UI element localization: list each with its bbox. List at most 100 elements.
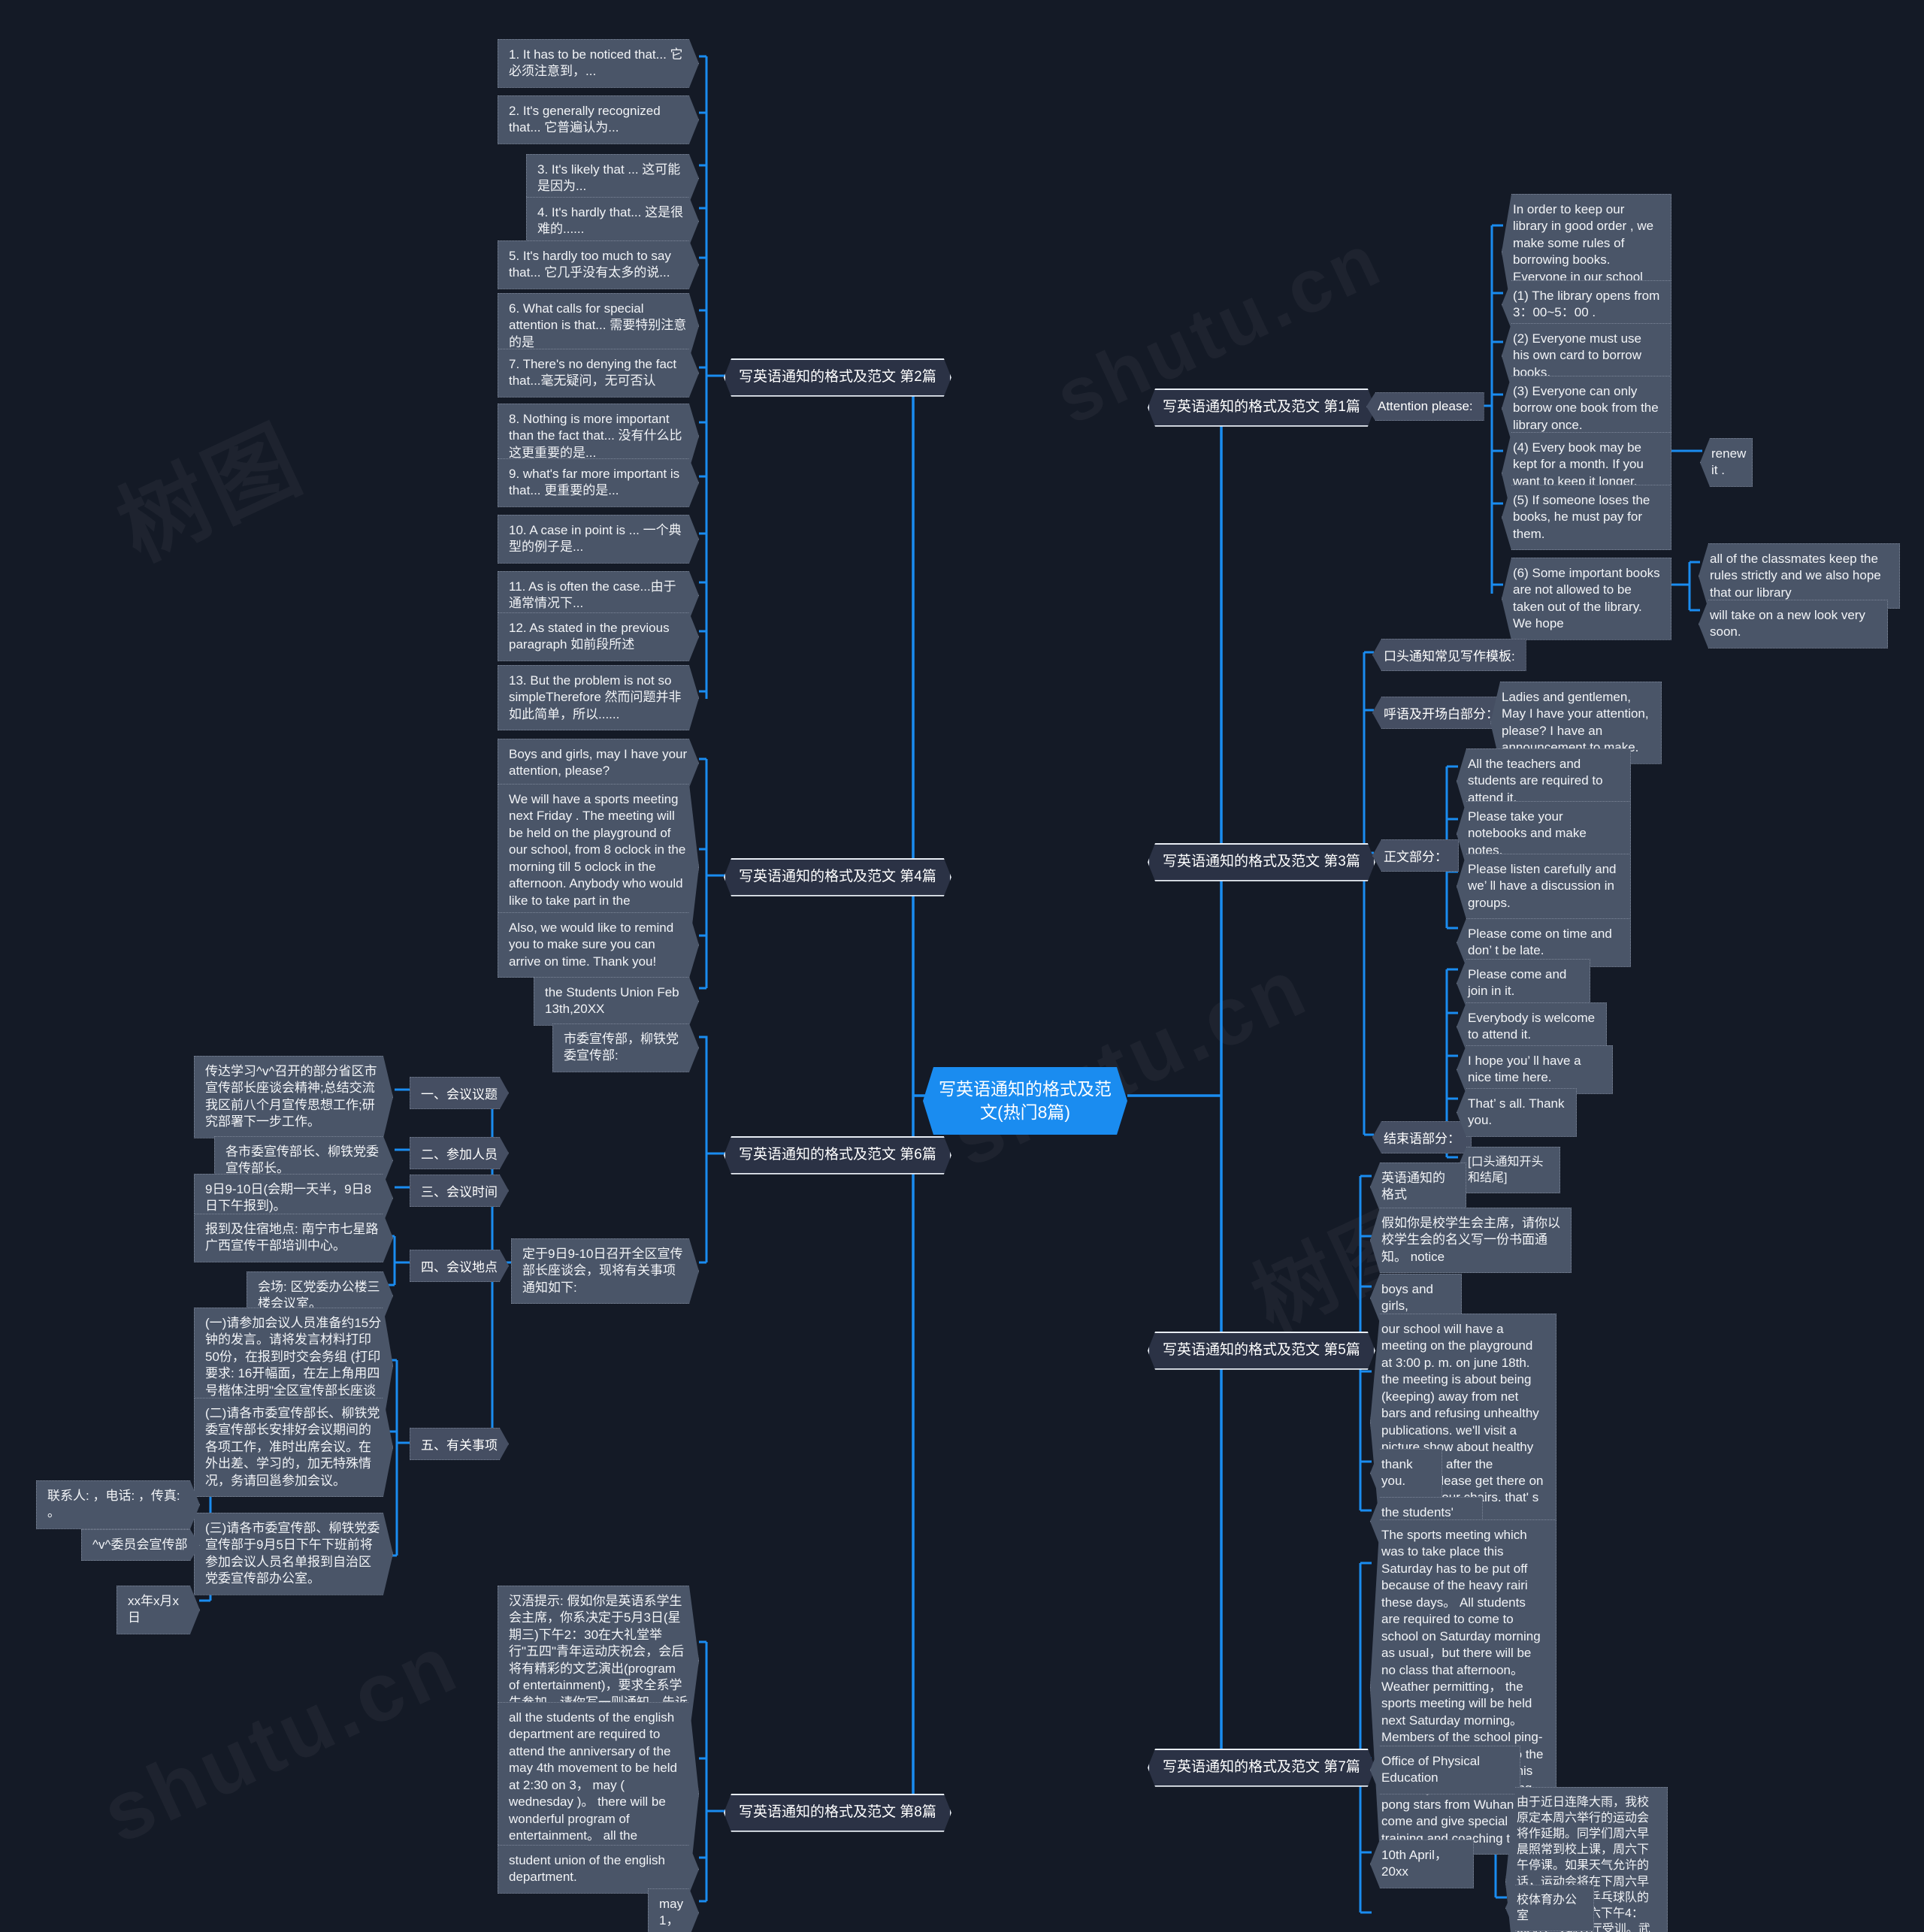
leaf-b3-body-3[interactable]: Please listen carefully and we’ ll have … [1457, 854, 1631, 920]
leaf-b2-3[interactable]: 3. It's likely that ... 这可能是因为... [526, 154, 699, 203]
branch-8[interactable]: 写英语通知的格式及范文 第8篇 [724, 1794, 951, 1832]
leaf-text: 8. Nothing is more important than the fa… [509, 412, 682, 460]
b6-section-3-label[interactable]: 三、会议时间 [410, 1175, 509, 1207]
leaf-text: 市委宣传部，柳铁党委宣传部: [564, 1032, 679, 1063]
leaf-b5-1[interactable]: 英语通知的格式 [1370, 1163, 1466, 1211]
leaf-text: Ladies and gentlemen, May I have your at… [1502, 690, 1649, 755]
leaf-b1-2[interactable]: (1) The library opens from 3：00~5：00 . [1502, 280, 1671, 329]
leaf-b3-close-2[interactable]: Everybody is welcome to attend it. [1457, 1002, 1607, 1051]
b6-section-1-label[interactable]: 一、会议议题 [410, 1077, 509, 1109]
leaf-b3-close-1[interactable]: Please come and join in it. [1457, 959, 1590, 1008]
watermark: shutu.cn [937, 939, 1323, 1186]
leaf-b6-tail-2[interactable]: ^v^委员会宣传部 [81, 1529, 200, 1561]
leaf-b4-1[interactable]: Boys and girls, may I have your attentio… [498, 739, 699, 788]
branch-3-label: 写英语通知的格式及范文 第3篇 [1163, 854, 1360, 869]
leaf-b2-9[interactable]: 9. what's far more important is that... … [498, 458, 699, 507]
b6-section-4-label[interactable]: 四、会议地点 [410, 1250, 509, 1282]
leaf-text: 定于9日9-10日召开全区宣传部长座谈会，现将有关事项通知如下: [522, 1247, 683, 1295]
leaf-b6-s4-1[interactable]: 报到及住宿地点: 南宁市七星路广西宣传干部培训中心。 [194, 1214, 393, 1262]
leaf-b6-s5-3[interactable]: (三)请各市委宣传部、柳铁党委宣传部于9月5日下午下班前将参加会议人员名单报到自… [194, 1513, 393, 1595]
leaf-text: 9日9-10日(会期一天半，9日8日下午报到)。 [205, 1182, 372, 1214]
leaf-b7-5[interactable]: 校体育办公室 [1505, 1885, 1594, 1932]
leaf-b7-2[interactable]: Office of Physical Education [1370, 1746, 1520, 1794]
branch-1-label: 写英语通知的格式及范文 第1篇 [1163, 399, 1360, 415]
branch-6[interactable]: 写英语通知的格式及范文 第6篇 [724, 1136, 951, 1175]
leaf-text: 10. A case in point is ... 一个典型的例子是... [509, 523, 682, 555]
leaf-text: all of the classmates keep the rules str… [1710, 552, 1881, 600]
leaf-text: 报到及住宿地点: 南宁市七星路广西宣传干部培训中心。 [205, 1222, 379, 1253]
leaf-b2-7[interactable]: 7. There's no denying the fact that...毫无… [498, 349, 699, 398]
leaf-b2-10[interactable]: 10. A case in point is ... 一个典型的例子是... [498, 515, 699, 564]
leaf-b2-5[interactable]: 5. It's hardly too much to say that... 它… [498, 240, 699, 289]
leaf-text: Boys and girls, may I have your attentio… [509, 747, 688, 779]
leaf-b6-s1-1[interactable]: 传达学习^v^召开的部分省区市宣传部长座谈会精神;总结交流我区前八个月宣传思想工… [194, 1056, 393, 1138]
leaf-text: (3) Everyone can only borrow one book fr… [1513, 384, 1659, 432]
leaf-b1-hope-2[interactable]: will take on a new look very soon. [1699, 600, 1888, 649]
leaf-text: 7. There's no denying the fact that...毫无… [509, 357, 677, 389]
leaf-text: renew it . [1711, 446, 1747, 478]
leaf-text: 6. What calls for special attention is t… [509, 301, 687, 349]
watermark: shutu.cn [88, 1615, 473, 1862]
leaf-text: boys and girls, [1381, 1282, 1433, 1314]
root-node[interactable]: 写英语通知的格式及范文(热门8篇) [923, 1067, 1127, 1135]
leaf-b6-header[interactable]: 市委宣传部，柳铁党委宣传部: [552, 1023, 699, 1072]
leaf-text: 11. As is often the case...由于通常情况下... [509, 579, 676, 611]
leaf-text: 12. As stated in the previous paragraph … [509, 621, 670, 652]
branch-7[interactable]: 写英语通知的格式及范文 第7篇 [1148, 1749, 1375, 1787]
leaf-text: (2) Everyone must use his own card to bo… [1513, 331, 1642, 379]
branch-7-label: 写英语通知的格式及范文 第7篇 [1163, 1759, 1360, 1775]
leaf-text: I hope you’ ll have a nice time here. [1468, 1054, 1581, 1085]
leaf-b6-tail-3[interactable]: xx年x月x日 [116, 1586, 200, 1634]
leaf-text: 假如你是校学生会主席，请你以校学生会的名义写一份书面通知。 notice [1381, 1216, 1560, 1264]
section-label: 正文部分： [1384, 850, 1448, 864]
section-label: Attention please: [1378, 399, 1473, 413]
branch-8-label: 写英语通知的格式及范文 第8篇 [739, 1804, 936, 1820]
leaf-b1-renew[interactable]: renew it . [1700, 438, 1753, 487]
leaf-b1-hope-1[interactable]: all of the classmates keep the rules str… [1699, 543, 1900, 609]
leaf-b5-5[interactable]: thank you. [1370, 1449, 1442, 1498]
leaf-b2-4[interactable]: 4. It's hardly that... 这是很难的...... [526, 197, 699, 246]
leaf-text: [口头通知开头和结尾] [1468, 1156, 1544, 1185]
b6-section-5-label[interactable]: 五、有关事项 [410, 1428, 509, 1460]
leaf-b4-3[interactable]: Also, we would like to remind you to mak… [498, 912, 699, 978]
b3-body-label[interactable]: 正文部分： [1372, 839, 1459, 872]
b1-attention-label[interactable]: Attention please: [1366, 392, 1484, 421]
b3-closing-label[interactable]: 结束语部分： [1372, 1121, 1472, 1153]
watermark: 树图 [94, 387, 321, 585]
leaf-text: (二)请各市委宣传部长、柳铁党委宣传部长安排好会议期间的各项工作，准时出席会议。… [205, 1406, 380, 1488]
leaf-b5-2[interactable]: 假如你是校学生会主席，请你以校学生会的名义写一份书面通知。 notice [1370, 1208, 1572, 1274]
leaf-b1-4[interactable]: (3) Everyone can only borrow one book fr… [1502, 376, 1671, 442]
leaf-b1-6[interactable]: (5) If someone loses the books, he must … [1502, 485, 1671, 551]
leaf-b8-4[interactable]: may 1， [648, 1888, 699, 1932]
leaf-b2-1[interactable]: 1. It has to be noticed that... 它必须注意到，.… [498, 39, 699, 88]
leaf-b6-s5-2[interactable]: (二)请各市委宣传部长、柳铁党委宣传部长安排好会议期间的各项工作，准时出席会议。… [194, 1398, 393, 1497]
b6-section-2-label[interactable]: 二、参加人员 [410, 1137, 509, 1169]
leaf-b7-3[interactable]: 10th April，20xx [1370, 1840, 1474, 1888]
leaf-b6-intro[interactable]: 定于9日9-10日召开全区宣传部长座谈会，现将有关事项通知如下: [511, 1238, 699, 1304]
leaf-text: 会场: 区党委办公楼三楼会议室。 [258, 1280, 380, 1311]
leaf-text: Please listen carefully and we’ ll have … [1468, 862, 1617, 910]
leaf-text: the Students Union Feb 13th,20XX [545, 985, 679, 1017]
branch-2[interactable]: 写英语通知的格式及范文 第2篇 [724, 358, 951, 397]
leaf-text: All the teachers and students are requir… [1468, 757, 1603, 805]
leaf-b4-4[interactable]: the Students Union Feb 13th,20XX [534, 977, 699, 1026]
leaf-b3-close-5[interactable]: [口头通知开头和结尾] [1457, 1147, 1560, 1194]
leaf-text: 4. It's hardly that... 这是很难的...... [537, 205, 684, 237]
branch-3[interactable]: 写英语通知的格式及范文 第3篇 [1148, 843, 1375, 881]
leaf-b6-tail-1[interactable]: 联系人: ，电话: ，传真: 。 [36, 1480, 200, 1529]
leaf-text: will take on a new look very soon. [1710, 608, 1865, 639]
branch-1[interactable]: 写英语通知的格式及范文 第1篇 [1148, 389, 1375, 427]
branch-5[interactable]: 写英语通知的格式及范文 第5篇 [1148, 1332, 1375, 1370]
branch-4[interactable]: 写英语通知的格式及范文 第4篇 [724, 858, 951, 896]
leaf-b2-13[interactable]: 13. But the problem is not so simpleTher… [498, 665, 699, 730]
leaf-b3-close-3[interactable]: I hope you’ ll have a nice time here. [1457, 1045, 1613, 1094]
b3-template-label[interactable]: 口头通知常见写作模板: [1372, 639, 1526, 671]
leaf-b2-12[interactable]: 12. As stated in the previous paragraph … [498, 612, 699, 661]
leaf-b8-3[interactable]: student union of the english department. [498, 1845, 699, 1894]
leaf-b1-7[interactable]: (6) Some important books are not allowed… [1502, 558, 1671, 640]
b3-greeting-label[interactable]: 呼语及开场白部分： [1372, 697, 1510, 729]
leaf-b2-2[interactable]: 2. It's generally recognized that... 它普遍… [498, 95, 699, 144]
leaf-text: 联系人: ，电话: ，传真: 。 [47, 1489, 180, 1520]
section-label: 二、参加人员 [421, 1147, 498, 1162]
leaf-b3-close-4[interactable]: That’ s all. Thank you. [1457, 1088, 1577, 1137]
